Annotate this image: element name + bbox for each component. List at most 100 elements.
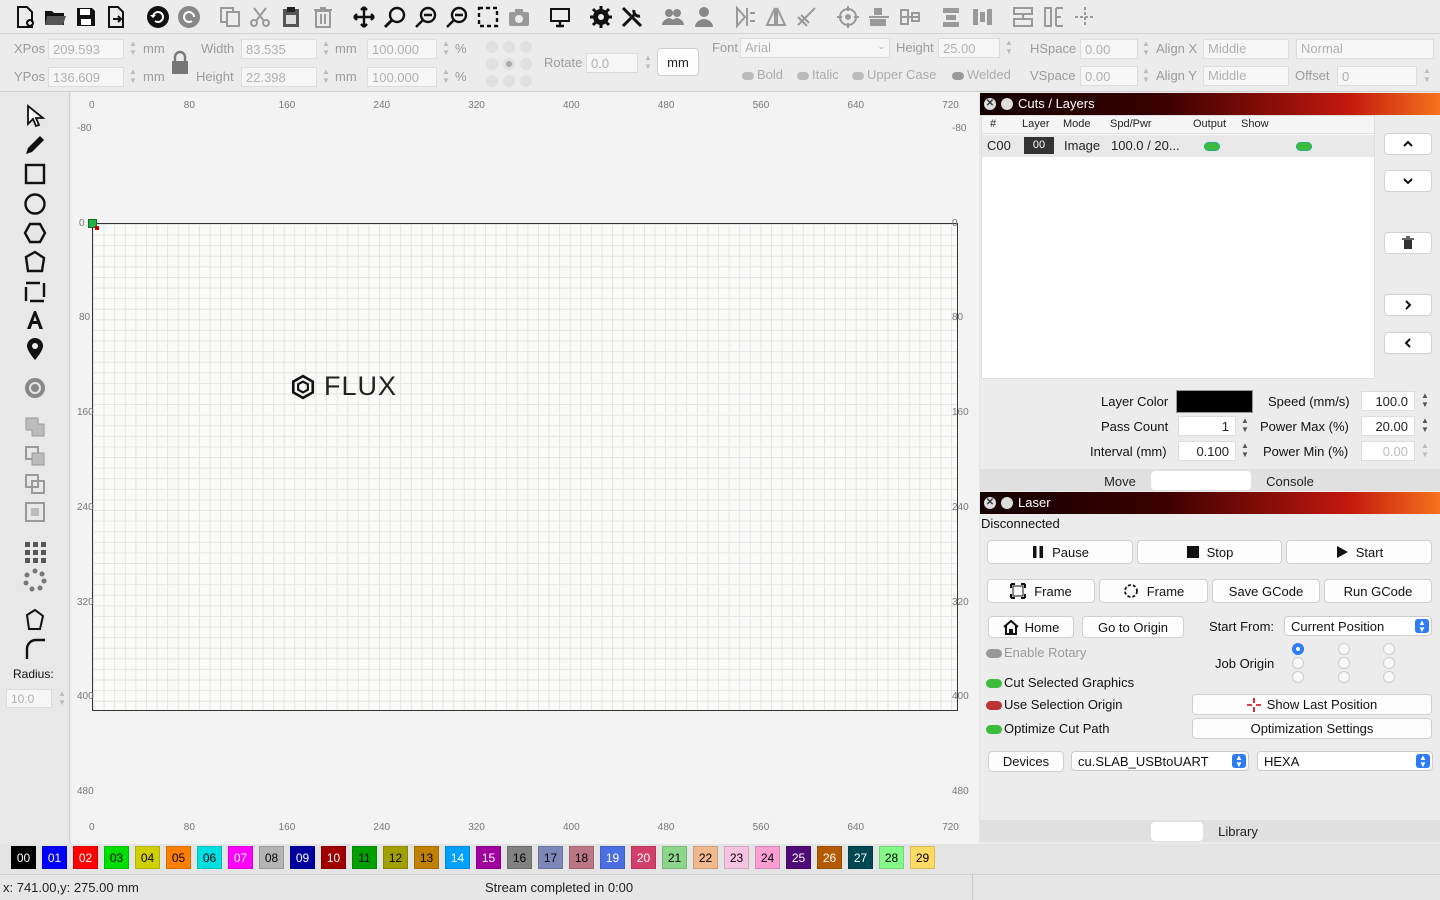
ypos-stepper[interactable]: ▲▼: [128, 67, 138, 87]
float-panel-icon[interactable]: [1001, 98, 1013, 110]
rotate-stepper[interactable]: ▲▼: [643, 53, 653, 73]
open-folder-icon[interactable]: [40, 2, 70, 32]
tools-wrench-icon[interactable]: [617, 2, 647, 32]
save-gcode-button[interactable]: Save GCode: [1212, 579, 1320, 603]
polyline-icon[interactable]: [21, 248, 49, 276]
export-icon[interactable]: [101, 2, 131, 32]
new-file-icon[interactable]: [10, 2, 40, 32]
grid-array-icon[interactable]: [21, 538, 49, 566]
layer-expand-button[interactable]: [1384, 294, 1432, 316]
frame-display-icon[interactable]: [545, 2, 575, 32]
pass-count-stepper[interactable]: ▲▼: [1240, 416, 1250, 436]
arrange-icon[interactable]: [1008, 2, 1038, 32]
welded-toggle[interactable]: Welded: [952, 67, 1011, 82]
tab-move[interactable]: Move: [1090, 472, 1150, 490]
palette-swatch-19[interactable]: 19: [600, 846, 625, 869]
palette-swatch-06[interactable]: 06: [197, 846, 222, 869]
offset-input[interactable]: [1337, 66, 1417, 86]
node-edit-icon[interactable]: [21, 606, 49, 634]
width-input[interactable]: [241, 39, 317, 59]
layer-collapse-button[interactable]: [1384, 332, 1432, 354]
move-icon[interactable]: [349, 2, 379, 32]
speed-stepper[interactable]: ▲▼: [1420, 391, 1430, 411]
start-button[interactable]: Start: [1286, 540, 1432, 564]
go-to-origin-button[interactable]: Go to Origin: [1082, 616, 1184, 638]
show-last-position-button[interactable]: Show Last Position: [1192, 694, 1432, 715]
close-panel-icon[interactable]: ✕: [984, 497, 996, 509]
palette-swatch-14[interactable]: 14: [445, 846, 470, 869]
palette-swatch-21[interactable]: 21: [662, 846, 687, 869]
crop-icon[interactable]: [21, 278, 49, 306]
font-height-input[interactable]: [938, 38, 1000, 58]
palette-swatch-09[interactable]: 09: [290, 846, 315, 869]
enable-rotary-toggle[interactable]: Enable Rotary: [986, 645, 1086, 660]
palette-swatch-07[interactable]: 07: [228, 846, 253, 869]
flux-logo[interactable]: FLUX: [290, 371, 397, 402]
pause-button[interactable]: Pause: [987, 540, 1133, 564]
offset-tool-icon[interactable]: [21, 374, 49, 402]
palette-swatch-02[interactable]: 02: [73, 846, 98, 869]
mirror-diagonal-icon[interactable]: [792, 2, 822, 32]
grid-snap-icon[interactable]: [1070, 2, 1100, 32]
vspace-input[interactable]: [1080, 66, 1138, 86]
copy-icon[interactable]: [215, 2, 245, 32]
palette-swatch-04[interactable]: 04: [135, 846, 160, 869]
undo-icon[interactable]: [143, 2, 173, 32]
job-origin-radio-tc[interactable]: [1338, 643, 1350, 655]
select-rect-icon[interactable]: [473, 2, 503, 32]
row-output-toggle[interactable]: [1204, 142, 1220, 151]
radius-input[interactable]: [6, 689, 52, 708]
power-max-stepper[interactable]: ▲▼: [1420, 416, 1430, 436]
scale-width-stepper[interactable]: ▲▼: [441, 39, 451, 59]
format-select[interactable]: HEXA▲▼: [1257, 751, 1433, 771]
port-select[interactable]: cu.SLAB_USBtoUART▲▼: [1071, 751, 1249, 771]
tab-console[interactable]: Console: [1255, 472, 1325, 490]
job-origin-radio-tr[interactable]: [1383, 643, 1395, 655]
hspace-stepper[interactable]: ▲▼: [1141, 39, 1151, 59]
mirror-horizontal-icon[interactable]: [730, 2, 760, 32]
position-marker-icon[interactable]: [21, 335, 49, 363]
text-style-select[interactable]: Normal: [1296, 39, 1434, 59]
interval-stepper[interactable]: ▲▼: [1240, 441, 1250, 461]
pass-count-input[interactable]: 1: [1178, 416, 1236, 436]
pencil-icon[interactable]: [21, 131, 49, 159]
radius-stepper[interactable]: ▲▼: [57, 689, 67, 709]
scale-height-input[interactable]: [367, 67, 437, 87]
start-from-select[interactable]: Current Position▲▼: [1284, 616, 1432, 636]
run-gcode-button[interactable]: Run GCode: [1324, 579, 1432, 603]
align-vertical-icon[interactable]: [1039, 2, 1069, 32]
unit-mm-button[interactable]: mm: [657, 48, 699, 76]
text-tool-icon[interactable]: [21, 306, 49, 334]
palette-swatch-10[interactable]: 10: [321, 846, 346, 869]
job-origin-radio-bc[interactable]: [1338, 671, 1350, 683]
center-target-icon[interactable]: [833, 2, 863, 32]
design-canvas[interactable]: FLUX 08016024032040048056064072008016024…: [71, 92, 979, 844]
group-icon[interactable]: [658, 2, 688, 32]
palette-swatch-23[interactable]: 23: [724, 846, 749, 869]
home-button[interactable]: Home: [988, 616, 1074, 638]
paste-icon[interactable]: [276, 2, 306, 32]
table-row[interactable]: C00 00 Image 100.0 / 20...: [982, 135, 1374, 157]
distribute-horizontal-icon[interactable]: [936, 2, 966, 32]
devices-button[interactable]: Devices: [988, 751, 1064, 772]
palette-swatch-08[interactable]: 08: [259, 846, 284, 869]
palette-swatch-22[interactable]: 22: [693, 846, 718, 869]
layer-down-button[interactable]: [1384, 170, 1432, 192]
xpos-stepper[interactable]: ▲▼: [128, 39, 138, 59]
palette-swatch-00[interactable]: 00: [11, 846, 36, 869]
palette-swatch-12[interactable]: 12: [383, 846, 408, 869]
palette-swatch-11[interactable]: 11: [352, 846, 377, 869]
italic-toggle[interactable]: Italic: [797, 67, 839, 82]
palette-swatch-03[interactable]: 03: [104, 846, 129, 869]
lock-aspect-icon[interactable]: [170, 50, 190, 76]
camera-icon[interactable]: [504, 2, 534, 32]
xpos-input[interactable]: [48, 39, 124, 59]
optimize-cut-path-toggle[interactable]: Optimize Cut Path: [986, 721, 1110, 736]
palette-swatch-28[interactable]: 28: [879, 846, 904, 869]
cut-icon[interactable]: [245, 2, 275, 32]
palette-swatch-17[interactable]: 17: [538, 846, 563, 869]
float-panel-icon[interactable]: [1001, 497, 1013, 509]
align-middle-icon[interactable]: [895, 2, 925, 32]
font-select[interactable]: Arial⌄: [740, 38, 890, 58]
speed-input[interactable]: 100.0: [1361, 391, 1415, 411]
